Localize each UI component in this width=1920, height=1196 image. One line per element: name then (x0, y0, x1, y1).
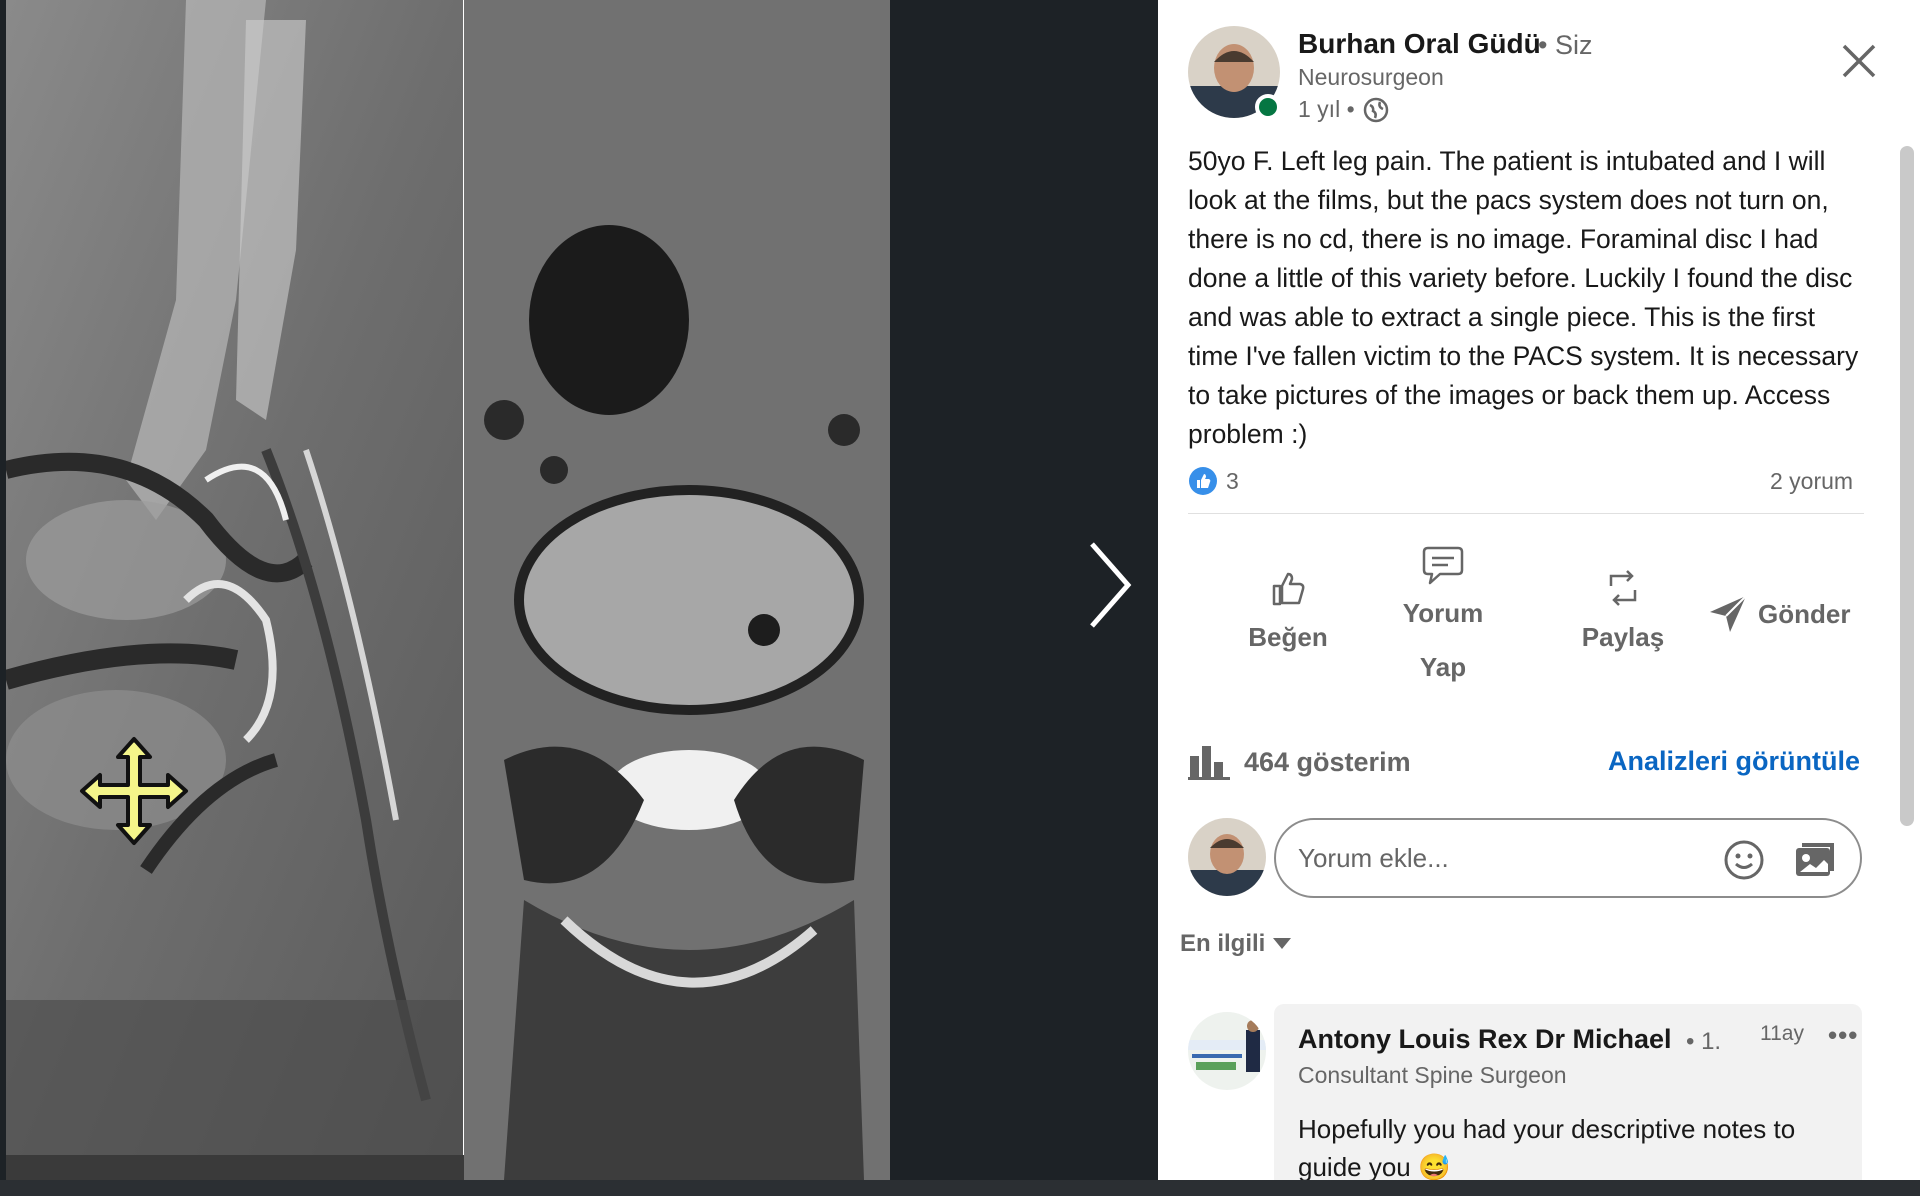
comment-input[interactable] (1296, 838, 1696, 878)
post-text: 50yo F. Left leg pain. The patient is in… (1188, 146, 1859, 449)
post-image (6, 0, 890, 1180)
image-viewer (0, 0, 1158, 1196)
comment-button[interactable]: Yorum Yap (1368, 546, 1518, 694)
repost-icon (1609, 570, 1637, 606)
close-icon[interactable] (1838, 40, 1880, 82)
bar-chart-icon (1188, 746, 1230, 780)
author-name[interactable]: Burhan Oral Güdü (1298, 28, 1541, 60)
image-icon[interactable] (1792, 840, 1836, 880)
post-meta: 1 yıl • (1298, 96, 1389, 123)
comment-bubble-icon (1422, 546, 1464, 585)
post-detail-panel: Burhan Oral Güdü • Siz Neurosurgeon 1 yı… (1158, 0, 1920, 1180)
caret-down-icon (1273, 938, 1292, 949)
comment-time: 11ay (1760, 1022, 1804, 1045)
globe-icon (1363, 97, 1388, 122)
comment-more-button[interactable]: ••• (1828, 1020, 1858, 1051)
send-button[interactable]: Gönder (1708, 594, 1898, 634)
sort-label: En ilgili (1180, 930, 1266, 957)
bottom-strip (0, 1180, 1920, 1196)
divider (1188, 513, 1864, 514)
emoji-icon[interactable] (1722, 838, 1766, 882)
comment-text: Hopefully you had your descriptive notes… (1298, 1114, 1796, 1180)
commenter-avatar[interactable] (1188, 1012, 1266, 1090)
comment-label-line1: Yorum (1402, 598, 1484, 628)
author-you-label: • Siz (1538, 30, 1593, 60)
reaction-count: 3 (1226, 467, 1239, 494)
commenter-title: Consultant Spine Surgeon (1298, 1062, 1567, 1088)
impressions: 464 gösterim (1188, 744, 1411, 780)
share-label: Paylaş (1581, 622, 1665, 652)
impressions-count: 464 gösterim (1244, 746, 1411, 777)
move-cursor-icon (80, 737, 188, 845)
comment-box[interactable] (1274, 818, 1862, 898)
panel-scrollbar[interactable] (1900, 146, 1914, 826)
send-label: Gönder (1758, 598, 1851, 629)
chevron-right-icon[interactable] (1086, 540, 1134, 630)
sort-dropdown[interactable]: En ilgili (1180, 930, 1292, 958)
send-icon (1710, 595, 1747, 632)
mri-sagittal-image (6, 0, 464, 1155)
like-reaction-icon (1189, 467, 1217, 495)
connection-degree: • 1. (1686, 1028, 1722, 1055)
commenter-name[interactable]: Antony Louis Rex Dr Michael (1298, 1024, 1672, 1055)
thumbs-up-icon (1272, 572, 1305, 606)
my-avatar[interactable] (1188, 818, 1266, 896)
mri-axial-image (464, 0, 890, 1180)
comment-count[interactable]: 2 yorum (1770, 468, 1853, 495)
view-analytics-link[interactable]: Analizleri görüntüle (1608, 746, 1860, 777)
like-label: Beğen (1248, 622, 1328, 652)
post-time: 1 yıl • (1298, 96, 1355, 122)
author-title: Neurosurgeon (1298, 64, 1444, 90)
share-button[interactable]: Paylaş (1558, 566, 1688, 664)
like-button[interactable]: Beğen (1218, 566, 1358, 664)
online-status-dot (1255, 94, 1281, 120)
comment-label-line2: Yap (1419, 652, 1467, 682)
reactions-summary[interactable]: 3 (1188, 466, 1239, 496)
